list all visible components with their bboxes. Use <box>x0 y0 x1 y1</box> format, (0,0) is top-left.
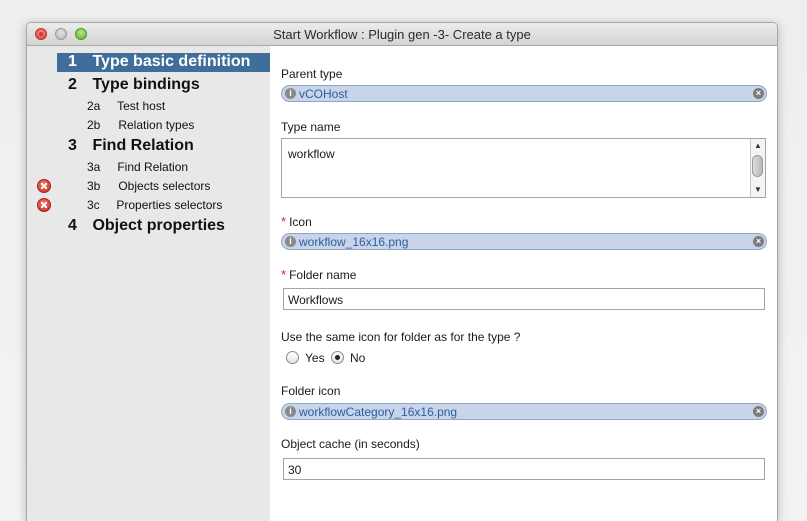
folder-name-value: Workflows <box>288 293 344 307</box>
required-marker: * <box>281 214 287 229</box>
info-icon[interactable]: i <box>285 406 296 417</box>
parent-type-field[interactable]: i vCOHost × <box>281 85 767 102</box>
step-label: Type basic definition <box>92 53 251 70</box>
step-number: 2 <box>68 76 77 93</box>
step-2a-test-host[interactable]: 2a Test host <box>87 99 165 113</box>
scroll-up-arrow-icon[interactable]: ▲ <box>751 140 765 152</box>
clear-icon[interactable]: × <box>753 406 764 417</box>
step-number: 3b <box>87 179 101 193</box>
step-number: 3c <box>87 198 100 212</box>
type-name-scrollbar[interactable]: ▲ ▼ <box>750 139 765 197</box>
step-3a-find-relation[interactable]: 3a Find Relation <box>87 160 188 174</box>
same-icon-no-radio[interactable] <box>331 351 344 364</box>
scroll-thumb[interactable] <box>752 155 763 177</box>
step-3c-properties-selectors[interactable]: 3c Properties selectors <box>87 198 222 212</box>
title-bar[interactable]: Start Workflow : Plugin gen -3- Create a… <box>27 23 777 46</box>
object-cache-input[interactable]: 30 <box>283 458 765 480</box>
folder-icon-value: workflowCategory_16x16.png <box>299 405 458 419</box>
error-icon <box>37 179 51 193</box>
info-icon[interactable]: i <box>285 236 296 247</box>
folder-name-label: * Folder name <box>281 267 356 282</box>
type-name-label: Type name <box>281 120 341 134</box>
step-1-type-basic-definition[interactable]: 1 Type basic definition <box>57 53 270 72</box>
step-number: 2a <box>87 99 101 113</box>
window-title: Start Workflow : Plugin gen -3- Create a… <box>273 27 531 42</box>
folder-name-label-text: Folder name <box>289 268 357 282</box>
step-label: Object properties <box>92 217 225 234</box>
step-2-type-bindings[interactable]: 2 Type bindings <box>68 76 200 94</box>
step-label: Relation types <box>118 118 195 132</box>
step-label: Properties selectors <box>116 198 223 212</box>
clear-icon[interactable]: × <box>753 236 764 247</box>
same-icon-no-label[interactable]: No <box>350 351 365 365</box>
clear-icon[interactable]: × <box>753 88 764 99</box>
icon-value: workflow_16x16.png <box>299 235 409 249</box>
required-marker: * <box>281 267 287 282</box>
parent-type-label: Parent type <box>281 67 343 81</box>
folder-icon-label: Folder icon <box>281 384 341 398</box>
step-number: 4 <box>68 217 77 234</box>
type-name-textarea[interactable]: workflow ▲ ▼ <box>281 138 766 198</box>
step-label: Find Relation <box>92 137 194 154</box>
step-number: 2b <box>87 118 101 132</box>
object-cache-label: Object cache (in seconds) <box>281 437 420 451</box>
steps-sidebar: 1 Type basic definition 2 Type bindings … <box>27 46 270 521</box>
step-3b-objects-selectors[interactable]: 3b Objects selectors <box>87 179 210 193</box>
step-label: Type bindings <box>92 76 200 93</box>
form-panel: Parent type i vCOHost × Type name workfl… <box>270 46 777 521</box>
step-number: 3 <box>68 137 77 154</box>
folder-icon-field[interactable]: i workflowCategory_16x16.png × <box>281 403 767 420</box>
icon-label: * Icon <box>281 214 312 229</box>
same-icon-question: Use the same icon for folder as for the … <box>281 330 521 344</box>
step-label: Test host <box>117 99 166 113</box>
error-icon <box>37 198 51 212</box>
same-icon-yes-radio[interactable] <box>286 351 299 364</box>
workflow-window: Start Workflow : Plugin gen -3- Create a… <box>26 22 778 521</box>
step-label: Objects selectors <box>118 179 211 193</box>
folder-name-input[interactable]: Workflows <box>283 288 765 310</box>
same-icon-yes-label[interactable]: Yes <box>305 351 325 365</box>
object-cache-value: 30 <box>288 463 302 477</box>
parent-type-value: vCOHost <box>299 87 348 101</box>
step-4-object-properties[interactable]: 4 Object properties <box>68 217 225 235</box>
icon-label-text: Icon <box>289 215 312 229</box>
icon-field[interactable]: i workflow_16x16.png × <box>281 233 767 250</box>
step-3-find-relation[interactable]: 3 Find Relation <box>68 137 194 155</box>
type-name-value: workflow <box>288 147 335 161</box>
step-number: 1 <box>68 53 77 70</box>
step-label: Find Relation <box>117 160 189 174</box>
scroll-down-arrow-icon[interactable]: ▼ <box>751 184 765 196</box>
info-icon[interactable]: i <box>285 88 296 99</box>
step-number: 3a <box>87 160 101 174</box>
step-2b-relation-types[interactable]: 2b Relation types <box>87 118 194 132</box>
